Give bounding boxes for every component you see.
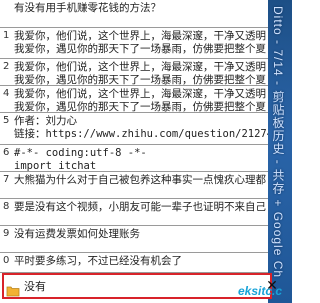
clip-item-number: 8: [3, 201, 10, 212]
clip-item[interactable]: 5 作者：刘力心 链接：https://www.zhihu.com/questio…: [0, 113, 268, 145]
clip-item-number: 2: [3, 61, 10, 72]
clip-item-text: 大熊猫为什么对于自己被包养这种事实一点愧疚心理都: [14, 174, 266, 186]
clip-item-text: 要是没有这个视频，小朋友可能一辈子也证明不来自己: [14, 201, 266, 213]
clip-item-number: 7: [3, 174, 10, 185]
clip-item[interactable]: 0 平时要多练习，不过已经没有机会了: [0, 253, 268, 273]
clip-item-text: 平时要多练习，不过已经没有机会了: [14, 255, 182, 267]
clip-item[interactable]: 7 大熊猫为什么对于自己被包养这种事实一点愧疚心理都: [0, 172, 268, 199]
clip-item-number: 1: [3, 30, 10, 41]
side-banner-text: Ditto - 7/14 - 剪贴板历史 - 共存 + Google Ch: [271, 6, 285, 279]
search-input[interactable]: [24, 278, 244, 294]
search-box[interactable]: [2, 273, 272, 299]
clip-item[interactable]: 1 我爱你，他们说，这个世界上，海最深邃，干净又透明 我爱你，遇见你的那天下了一场…: [0, 28, 268, 59]
clip-item-number: 4: [3, 88, 10, 99]
watermark-text: eksitc.c: [238, 284, 283, 298]
clip-item[interactable]: 9 没有运费发票如何处理账务: [0, 226, 268, 253]
clip-item-number: 0: [3, 255, 10, 266]
search-bar: ✕: [0, 273, 278, 303]
clip-list: 有没有用手机赚零花钱的方法？ 1 我爱你，他们说，这个世界上，海最深邃，干净又透明 …: [0, 0, 268, 273]
clip-item-number: 6: [3, 147, 10, 158]
clip-item-text: 我爱你，他们说，这个世界上，海最深邃，干净又透明 我爱你，遇见你的那天下了一场暴…: [14, 30, 266, 55]
clip-item-text: 作者：刘力心 链接：https://www.zhihu.com/question…: [14, 115, 268, 140]
clip-item-text: 我爱你，他们说，这个世界上，海最深邃，干净又透明 我爱你，遇见你的那天下了一场暴…: [14, 61, 266, 86]
clip-item-number: 5: [3, 115, 10, 126]
clip-item-text: 没有运费发票如何处理账务: [14, 228, 140, 240]
folder-icon: [6, 282, 20, 297]
clip-item-text: 我爱你，他们说，这个世界上，海最深邃，干净又透明 我爱你，遇见你的那天下了一场暴…: [14, 88, 266, 113]
clip-item[interactable]: 8 要是没有这个视频，小朋友可能一辈子也证明不来自己: [0, 199, 268, 226]
clip-item[interactable]: 6 #-*- coding:utf-8 -*- import itchat: [0, 145, 268, 172]
clip-item[interactable]: 4 我爱你，他们说，这个世界上，海最深邃，干净又透明 我爱你，遇见你的那天下了一场…: [0, 86, 268, 113]
clip-item[interactable]: 2 我爱你，他们说，这个世界上，海最深邃，干净又透明 我爱你，遇见你的那天下了一场…: [0, 59, 268, 86]
clip-item-text: 有没有用手机赚零花钱的方法？: [14, 2, 161, 14]
side-banner: Ditto - 7/14 - 剪贴板历史 - 共存 + Google Ch: [268, 0, 292, 303]
clip-item[interactable]: 有没有用手机赚零花钱的方法？: [0, 0, 268, 28]
clip-item-number: 9: [3, 228, 10, 239]
clip-item-text: #-*- coding:utf-8 -*- import itchat: [14, 147, 147, 172]
